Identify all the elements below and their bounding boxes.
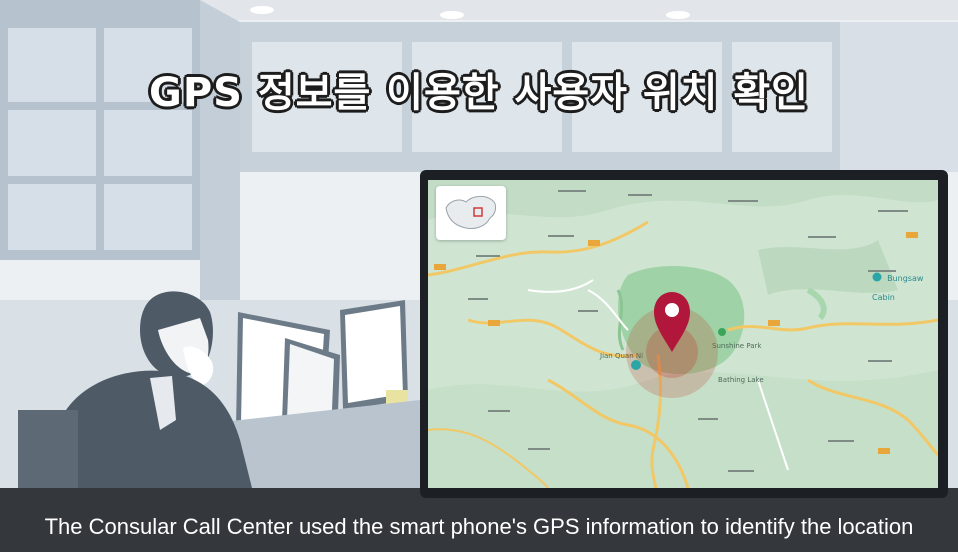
ceiling-light <box>666 11 690 19</box>
location-overlay <box>626 292 726 398</box>
ceiling-light <box>250 6 274 14</box>
ceiling-light <box>440 11 464 19</box>
page-title: GPS 정보를 이용한 사용자 위치 확인 <box>149 70 809 116</box>
park-icon <box>718 328 726 336</box>
scene: GPS 정보를 이용한 사용자 위치 확인 Bungsaw Cabin Jian… <box>0 0 958 552</box>
map-view: Bungsaw Cabin Jian Quan Ni Bathing Lake … <box>428 180 938 488</box>
subtitle-caption: The Consular Call Center used the smart … <box>44 514 914 539</box>
office-chair <box>18 410 78 488</box>
window-left <box>0 0 200 260</box>
map-poi-icon <box>631 360 641 370</box>
